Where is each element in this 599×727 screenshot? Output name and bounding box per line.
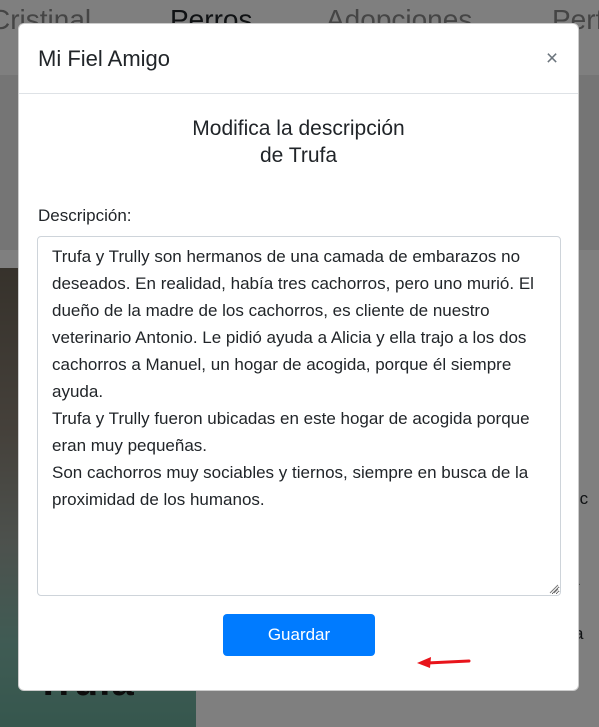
description-textarea[interactable]: Trufa y Trully son hermanos de una camad… [37,236,561,596]
modal-heading: Modifica la descripción de Trufa [19,115,578,169]
heading-line-2: de Trufa [259,144,338,167]
modal-header: Mi Fiel Amigo × [19,24,578,94]
resize-grip-icon[interactable] [549,584,559,594]
red-arrow-icon [417,657,471,668]
edit-description-modal: Mi Fiel Amigo × Modifica la descripción … [18,23,579,691]
heading-line-1: Modifica la descripción [192,117,405,140]
description-label: Descripción: [38,206,132,225]
save-button[interactable]: Guardar [223,614,375,656]
close-icon[interactable]: × [544,48,560,69]
modal-title: Mi Fiel Amigo [38,46,171,71]
